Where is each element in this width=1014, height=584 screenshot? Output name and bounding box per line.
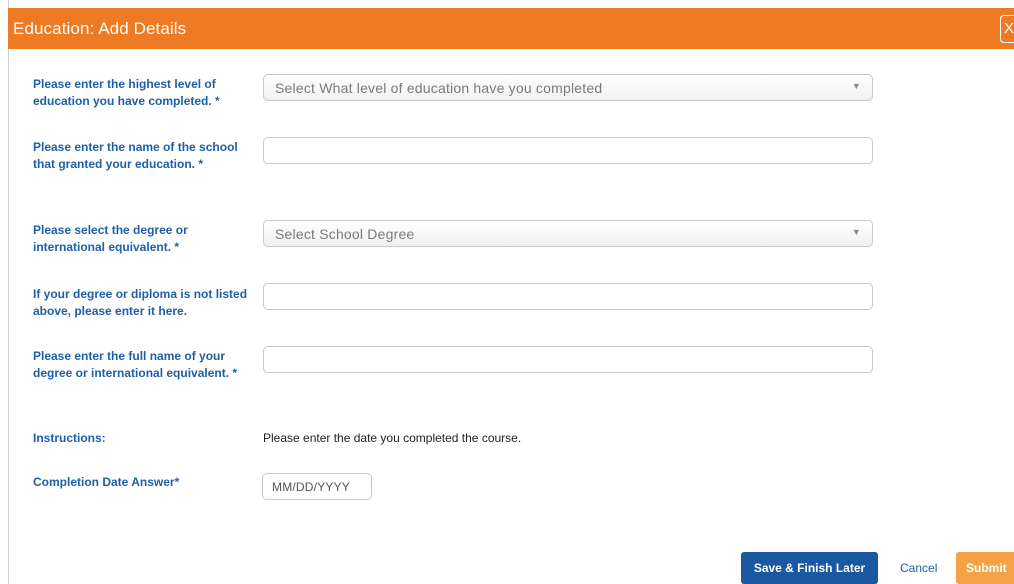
chevron-down-icon: ▼ [851, 227, 861, 237]
dialog-title: Education: Add Details [13, 19, 187, 38]
unlisted-degree-label: If your degree or diploma is not listed … [33, 287, 248, 318]
school-name-input[interactable] [263, 137, 873, 164]
submit-button[interactable]: Submit [956, 552, 1014, 584]
school-name-label: Please enter the name of the school that… [33, 140, 238, 171]
highest-education-label: Please enter the highest level of educat… [33, 77, 220, 108]
completion-date-input[interactable]: MM/DD/YYYY [262, 473, 372, 500]
close-button[interactable]: X [1000, 15, 1014, 43]
education-level-selected: Select What level of education have you … [275, 80, 603, 96]
instructions-text: Please enter the date you completed the … [263, 431, 522, 445]
school-degree-select[interactable]: Select School Degree ▼ [263, 220, 873, 247]
school-degree-selected: Select School Degree [275, 226, 415, 242]
unlisted-degree-input[interactable] [263, 283, 873, 310]
close-icon: X [1003, 20, 1014, 37]
cancel-link[interactable]: Cancel [900, 561, 937, 575]
degree-label: Please select the degree or internationa… [33, 223, 188, 254]
completion-date-label: Completion Date Answer* [33, 475, 180, 489]
degree-full-name-input[interactable] [263, 346, 873, 373]
dialog-header: Education: Add Details X [8, 8, 1014, 49]
instructions-label: Instructions: [33, 431, 106, 445]
save-finish-later-button[interactable]: Save & Finish Later [741, 552, 878, 584]
degree-full-name-label: Please enter the full name of your degre… [33, 349, 238, 380]
education-level-select[interactable]: Select What level of education have you … [263, 74, 873, 101]
chevron-down-icon: ▼ [851, 81, 861, 91]
